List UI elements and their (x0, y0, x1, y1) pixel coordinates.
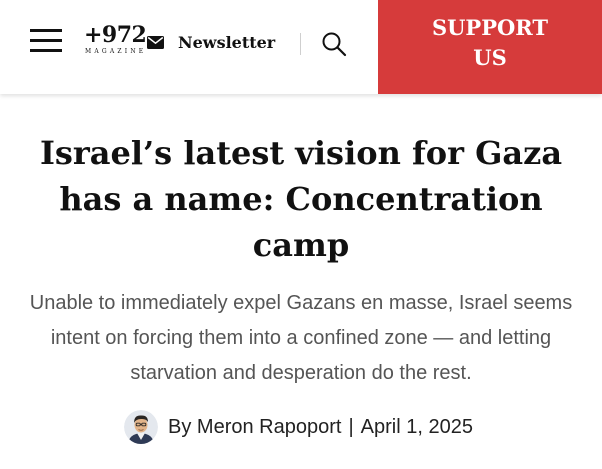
menu-bar (30, 39, 62, 42)
search-icon[interactable] (321, 31, 347, 57)
menu-bar (30, 49, 62, 52)
envelope-icon[interactable] (147, 36, 164, 49)
support-label-line1: SUPPORT (431, 15, 549, 40)
support-label-line2: US (473, 45, 507, 70)
byline-text: By Meron Rapoport | April 1, 2025 (168, 416, 473, 438)
byline-prefix: By (168, 416, 192, 438)
header-divider (300, 33, 301, 55)
site-logo[interactable]: +972 MAGAZINE (84, 22, 150, 58)
logo-sub-text: MAGAZINE (85, 48, 147, 55)
newsletter-link[interactable]: Newsletter (178, 33, 275, 53)
article-title: Israel’s latest vision for Gaza has a na… (39, 134, 563, 264)
byline-separator: | (348, 416, 354, 438)
publish-date: April 1, 2025 (360, 416, 473, 438)
menu-icon[interactable] (30, 27, 62, 55)
site-header: +972 MAGAZINE Newsletter SUPPORT US (0, 0, 602, 94)
author-avatar[interactable] (124, 410, 158, 444)
article-subtitle: Unable to immediately expel Gazans en ma… (29, 292, 573, 384)
author-link[interactable]: Meron Rapoport (197, 416, 342, 438)
menu-bar (30, 29, 62, 32)
logo-main-text: +972 (84, 22, 147, 48)
support-us-button[interactable]: SUPPORT US (378, 0, 602, 94)
